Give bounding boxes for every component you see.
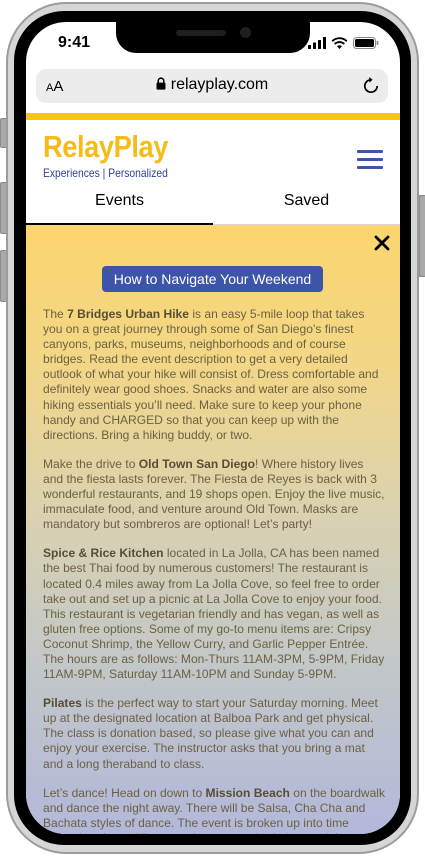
url-display[interactable]: relayplay.com: [36, 76, 388, 95]
notch: [116, 22, 310, 53]
event-list: The 7 Bridges Urban Hike is an easy 5-mi…: [43, 307, 385, 834]
tab-events[interactable]: Events: [26, 188, 213, 224]
speaker-grille: [176, 30, 226, 36]
front-camera: [240, 27, 251, 38]
battery-icon: [353, 37, 379, 49]
weekend-guide-button[interactable]: How to Navigate Your Weekend: [102, 266, 323, 292]
event-description: Spice & Rice Kitchen located in La Jolla…: [43, 546, 385, 682]
event-name[interactable]: 7 Bridges Urban Hike: [67, 307, 189, 321]
event-description: Pilates is the perfect way to start your…: [43, 696, 378, 771]
events-panel: How to Navigate Your Weekend The 7 Bridg…: [26, 225, 400, 834]
status-icons: [308, 37, 379, 49]
tab-bar: Events Saved: [26, 188, 400, 226]
event-description: Make the drive to Old Town San Diego! Wh…: [43, 456, 385, 532]
tab-saved[interactable]: Saved: [213, 188, 400, 224]
phone-screen: 9:41 AA relayplay.com RelayPlay Experien…: [26, 22, 400, 834]
brand-tagline: Experiences | Personalized: [43, 166, 168, 180]
event-name[interactable]: Pilates: [43, 696, 82, 710]
hamburger-menu-icon[interactable]: [357, 150, 383, 170]
reload-icon[interactable]: [363, 77, 379, 100]
address-bar[interactable]: AA relayplay.com: [36, 69, 388, 103]
event-description: The 7 Bridges Urban Hike is an easy 5-mi…: [43, 307, 379, 442]
event-description: Let’s dance! Head on down to Mission Bea…: [43, 785, 385, 834]
event-name[interactable]: Old Town San Diego: [139, 457, 255, 471]
cellular-signal-icon: [308, 37, 326, 49]
header-accent-bar: [26, 113, 400, 120]
status-time: 9:41: [58, 34, 91, 51]
wifi-icon: [331, 37, 348, 49]
event-name[interactable]: Spice & Rice Kitchen: [43, 546, 164, 560]
brand-logo[interactable]: RelayPlay: [43, 129, 168, 165]
event-name[interactable]: Mission Beach: [206, 786, 290, 800]
close-icon[interactable]: [373, 234, 391, 252]
power-button: [419, 195, 425, 277]
url-text: relayplay.com: [170, 76, 269, 93]
lock-icon: [156, 77, 166, 95]
